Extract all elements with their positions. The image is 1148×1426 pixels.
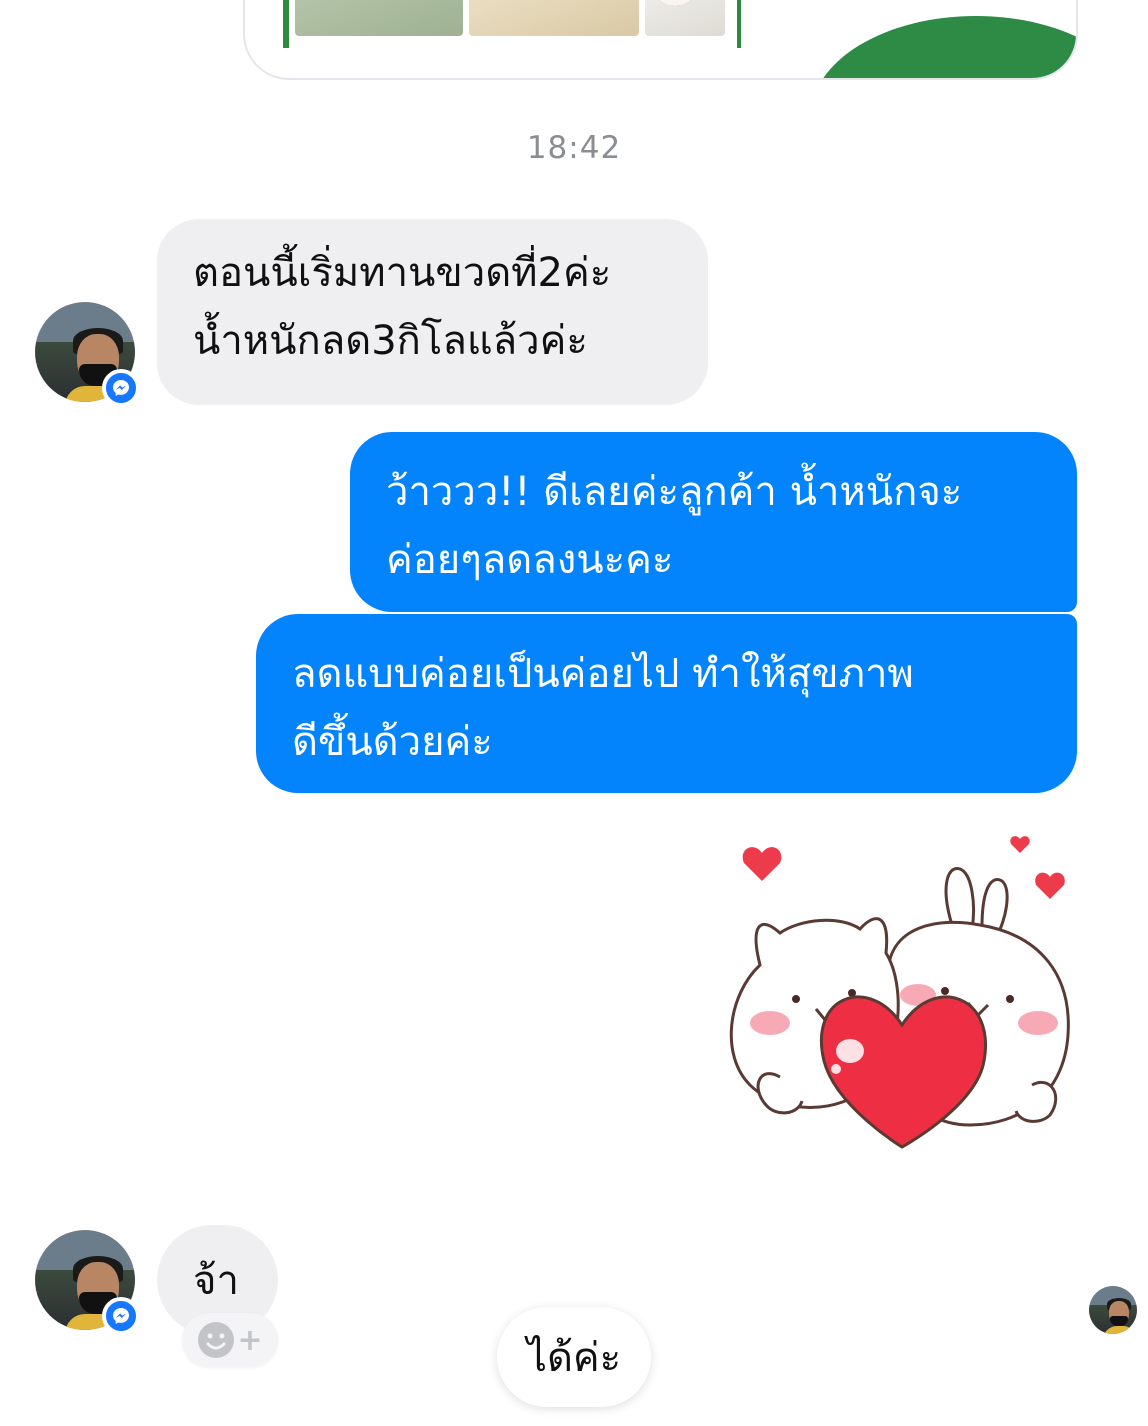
card-divider: [283, 0, 289, 48]
heart-icon: [742, 847, 782, 881]
read-receipt-avatar: [1089, 1286, 1137, 1334]
incoming-message-bubble[interactable]: ตอนนี้เริ่มทานขวดที่2ค่ะ น้ำหนักลด3กิโลแ…: [157, 219, 708, 405]
outgoing-message-bubble[interactable]: ลดแบบค่อยเป็นค่อยไป ทำให้สุขภาพ ดีขึ้นด้…: [256, 614, 1077, 793]
message-timestamp: 18:42: [526, 130, 622, 166]
product-image: [295, 0, 463, 36]
message-line: ลดแบบค่อยเป็นค่อยไป ทำให้สุขภาพ: [292, 651, 914, 697]
cat-bunny-heart-sticker[interactable]: [720, 825, 1080, 1165]
heart-icon: [1035, 872, 1065, 899]
outgoing-message-bubble[interactable]: ว้าววว!! ดีเลยค่ะลูกค้า น้ำหนักจะ ค่อยๆล…: [350, 432, 1077, 612]
card-divider: [737, 0, 741, 48]
messenger-badge-icon: [102, 1297, 140, 1335]
message-line: ตอนนี้เริ่มทานขวดที่2ค่ะ: [193, 250, 612, 296]
coconut-product-image: [645, 0, 725, 36]
message-line: น้ำหนักลด3กิโลแล้วค่ะ: [193, 318, 588, 364]
add-reaction-button[interactable]: +: [182, 1313, 278, 1367]
messenger-badge-icon: [102, 369, 140, 407]
message-line: ว้าววว!! ดีเลยค่ะลูกค้า น้ำหนักจะ: [386, 469, 963, 515]
message-line: ค่อยๆลดลงนะคะ: [386, 537, 674, 583]
product-image: [469, 0, 639, 36]
card-decoration: [811, 16, 1076, 78]
message-line: ดีขึ้นด้วยค่ะ: [292, 719, 493, 765]
smiley-add-icon: [198, 1322, 235, 1358]
product-images-strip: [283, 0, 753, 48]
heart-icon: [1010, 836, 1030, 853]
plus-label: +: [237, 1322, 263, 1358]
quick-reply-chip[interactable]: ได้ค่ะ: [497, 1307, 651, 1407]
message-line: จ้า: [193, 1258, 239, 1304]
shared-product-card[interactable]: [243, 0, 1078, 80]
